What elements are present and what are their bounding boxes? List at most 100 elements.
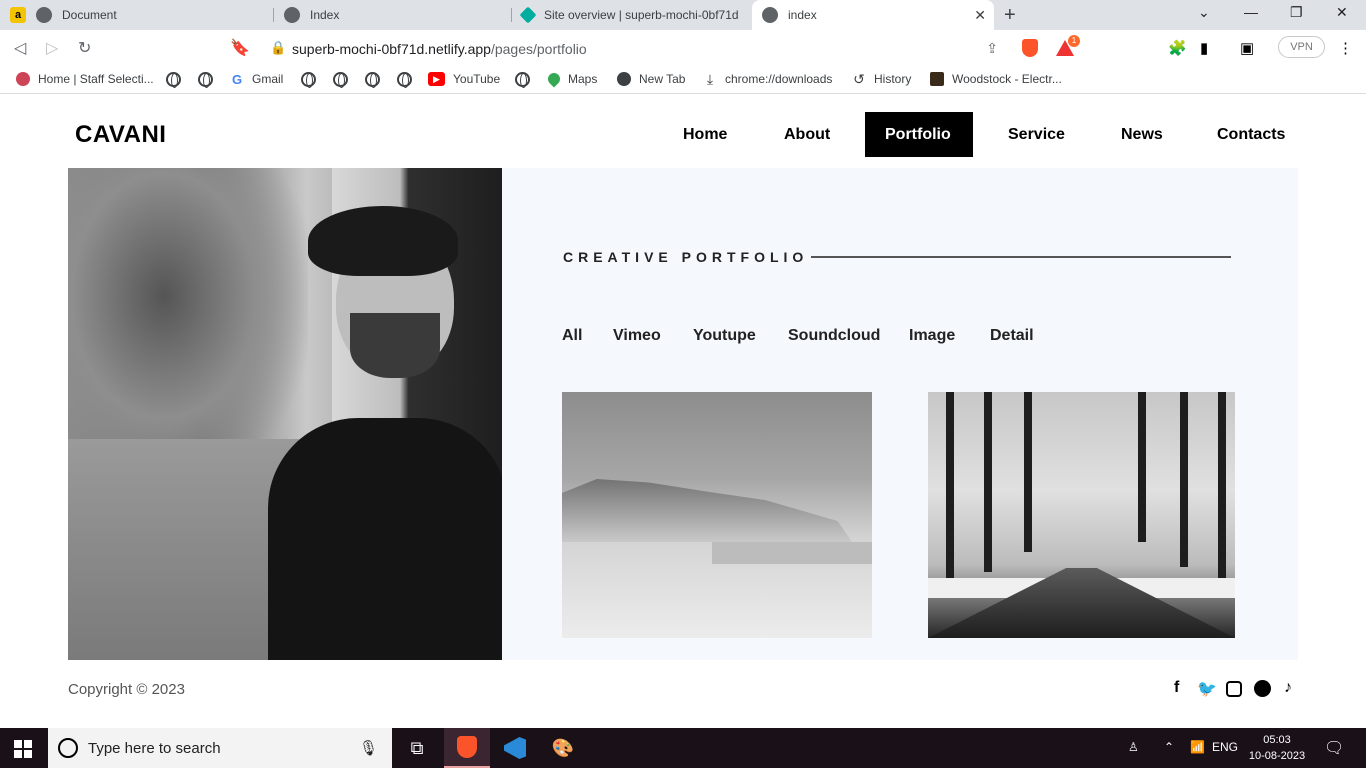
chevron-down-icon[interactable]: ⌄ (1198, 4, 1210, 21)
amazon-favicon-icon: a (10, 7, 26, 23)
google-icon: G (230, 71, 244, 87)
history-icon: ↺ (852, 70, 866, 87)
netlify-icon (519, 6, 537, 24)
youtube-icon: ▶ (428, 72, 445, 86)
taskbar-search-box[interactable]: Type here to search 🎙 (48, 728, 392, 768)
dribbble-icon[interactable] (1254, 680, 1271, 697)
browser-tab[interactable]: Index (274, 0, 512, 30)
nav-portfolio[interactable]: Portfolio (865, 112, 973, 157)
tab-title: Index (310, 8, 340, 22)
browser-tab[interactable]: Site overview | superb-mochi-0bf71d (512, 0, 752, 30)
globe-bookmark-icon[interactable] (365, 72, 380, 88)
filter-vimeo[interactable]: Vimeo (613, 327, 661, 345)
sidebar-icon[interactable]: ▮ (1200, 39, 1208, 57)
back-icon[interactable]: ◁ (14, 38, 26, 58)
nav-contacts[interactable]: Contacts (1197, 112, 1305, 157)
new-tab-icon[interactable]: + (1004, 4, 1016, 27)
menu-icon[interactable]: ⋮ (1338, 39, 1353, 57)
taskbar-clock[interactable]: 05:03 10-08-2023 (1246, 732, 1308, 764)
people-icon[interactable]: ♙ (1128, 740, 1139, 754)
forward-icon[interactable]: ▷ (46, 38, 58, 58)
vpn-button[interactable]: VPN (1278, 36, 1325, 58)
portfolio-thumbnail-beach[interactable] (562, 392, 872, 638)
task-view-icon[interactable]: ⧉ (394, 728, 440, 768)
nav-news[interactable]: News (1101, 112, 1183, 157)
woodstock-icon (930, 72, 944, 86)
extensions-icon[interactable]: 🧩 (1168, 39, 1187, 57)
wifi-icon[interactable]: 📶 (1190, 740, 1205, 754)
globe-icon (36, 7, 52, 23)
filter-soundcloud[interactable]: Soundcloud (788, 327, 880, 345)
copyright-text: Copyright © 2023 (68, 681, 185, 698)
share-icon[interactable]: ⇪ (986, 40, 998, 57)
filter-youtube[interactable]: Youtupe (693, 327, 756, 345)
filter-image[interactable]: Image (909, 327, 955, 345)
globe-bookmark-icon[interactable] (301, 72, 316, 88)
vscode-icon[interactable] (492, 728, 538, 768)
portfolio-page: CAVANI Home About Portfolio Service News… (0, 99, 1366, 728)
wallet-icon[interactable]: ▣ (1240, 39, 1254, 57)
bookmark-item[interactable]: ⤓ chrome://downloads (703, 71, 832, 87)
microphone-icon[interactable]: 🎙 (359, 739, 378, 757)
cortana-icon (58, 738, 78, 758)
nav-home[interactable]: Home (663, 112, 747, 157)
omnibox[interactable]: 🔒 superb-mochi-0bf71d.netlify.app/pages/… (258, 33, 1082, 63)
search-placeholder: Type here to search (88, 740, 221, 757)
maps-icon (545, 70, 563, 88)
bookmark-item[interactable]: Home | Staff Selecti... (16, 72, 154, 86)
windows-start-icon[interactable] (14, 740, 32, 758)
bookmark-item[interactable]: ↺ History (852, 70, 911, 87)
facebook-icon[interactable]: f (1174, 679, 1179, 697)
tab-title: Document (62, 8, 117, 22)
reload-icon[interactable]: ↻ (78, 38, 91, 58)
globe-icon (617, 72, 631, 86)
paint-icon[interactable]: 🎨 (540, 728, 586, 768)
portfolio-panel: CREATIVE PORTFOLIO All Vimeo Youtupe Sou… (502, 168, 1298, 660)
nav-service[interactable]: Service (988, 112, 1085, 157)
vpn-label: VPN (1290, 41, 1313, 53)
tiktok-icon[interactable]: ♪ (1284, 679, 1292, 697)
globe-bookmark-icon[interactable] (515, 72, 530, 88)
bookmark-item[interactable]: Woodstock - Electr... (930, 72, 1062, 86)
globe-bookmark-icon[interactable] (198, 72, 213, 88)
windows-taskbar: Type here to search 🎙 ⧉ 🎨 ♙ ⌃ 📶 ENG 05:0… (0, 728, 1366, 768)
close-window-icon[interactable]: ✕ (1336, 4, 1348, 21)
bookmark-item[interactable]: Maps (545, 70, 597, 88)
section-title: CREATIVE PORTFOLIO (563, 249, 809, 265)
filter-detail[interactable]: Detail (990, 327, 1034, 345)
close-tab-icon[interactable]: ✕ (974, 7, 986, 24)
minimize-icon[interactable]: — (1244, 4, 1258, 20)
browser-tab[interactable]: a Document (0, 0, 274, 30)
language-indicator[interactable]: ENG (1212, 740, 1238, 754)
bookmark-item[interactable]: G Gmail (230, 71, 283, 87)
hero-portrait-image (68, 168, 502, 660)
globe-icon (762, 7, 778, 23)
notifications-icon[interactable]: 🗨 (1324, 738, 1344, 758)
bookmark-item[interactable]: ▶ YouTube (428, 72, 500, 86)
staff-selection-icon (16, 72, 30, 86)
bookmark-item[interactable]: New Tab (617, 72, 685, 86)
nav-about[interactable]: About (764, 112, 850, 157)
browser-tab-active[interactable]: index ✕ (752, 0, 994, 30)
brave-browser-icon[interactable] (444, 728, 490, 768)
filter-all[interactable]: All (562, 327, 582, 345)
url-text[interactable]: superb-mochi-0bf71d.netlify.app/pages/po… (292, 41, 587, 57)
portfolio-thumbnail-park[interactable] (928, 392, 1235, 638)
twitter-icon[interactable]: 🐦 (1197, 679, 1217, 699)
clock-time: 05:03 (1263, 734, 1291, 746)
globe-bookmark-icon[interactable] (397, 72, 412, 88)
site-logo[interactable]: CAVANI (75, 121, 166, 149)
browser-tab-bar: a Document Index Site overview | superb-… (0, 0, 1366, 30)
tab-title: Site overview | superb-mochi-0bf71d (544, 8, 739, 22)
globe-bookmark-icon[interactable] (333, 72, 348, 88)
instagram-icon[interactable] (1226, 681, 1242, 697)
bookmark-icon[interactable]: 🔖 (230, 38, 250, 58)
brave-shield-icon[interactable] (1022, 39, 1038, 57)
globe-bookmark-icon[interactable] (166, 72, 181, 88)
lock-icon: 🔒 (270, 40, 287, 55)
chevron-up-icon[interactable]: ⌃ (1164, 740, 1174, 754)
restore-icon[interactable]: ❐ (1290, 4, 1303, 21)
globe-icon (284, 7, 300, 23)
tab-title: index (788, 8, 817, 22)
address-toolbar: ◁ ▷ ↻ 🔖 🔒 superb-mochi-0bf71d.netlify.ap… (0, 30, 1366, 66)
